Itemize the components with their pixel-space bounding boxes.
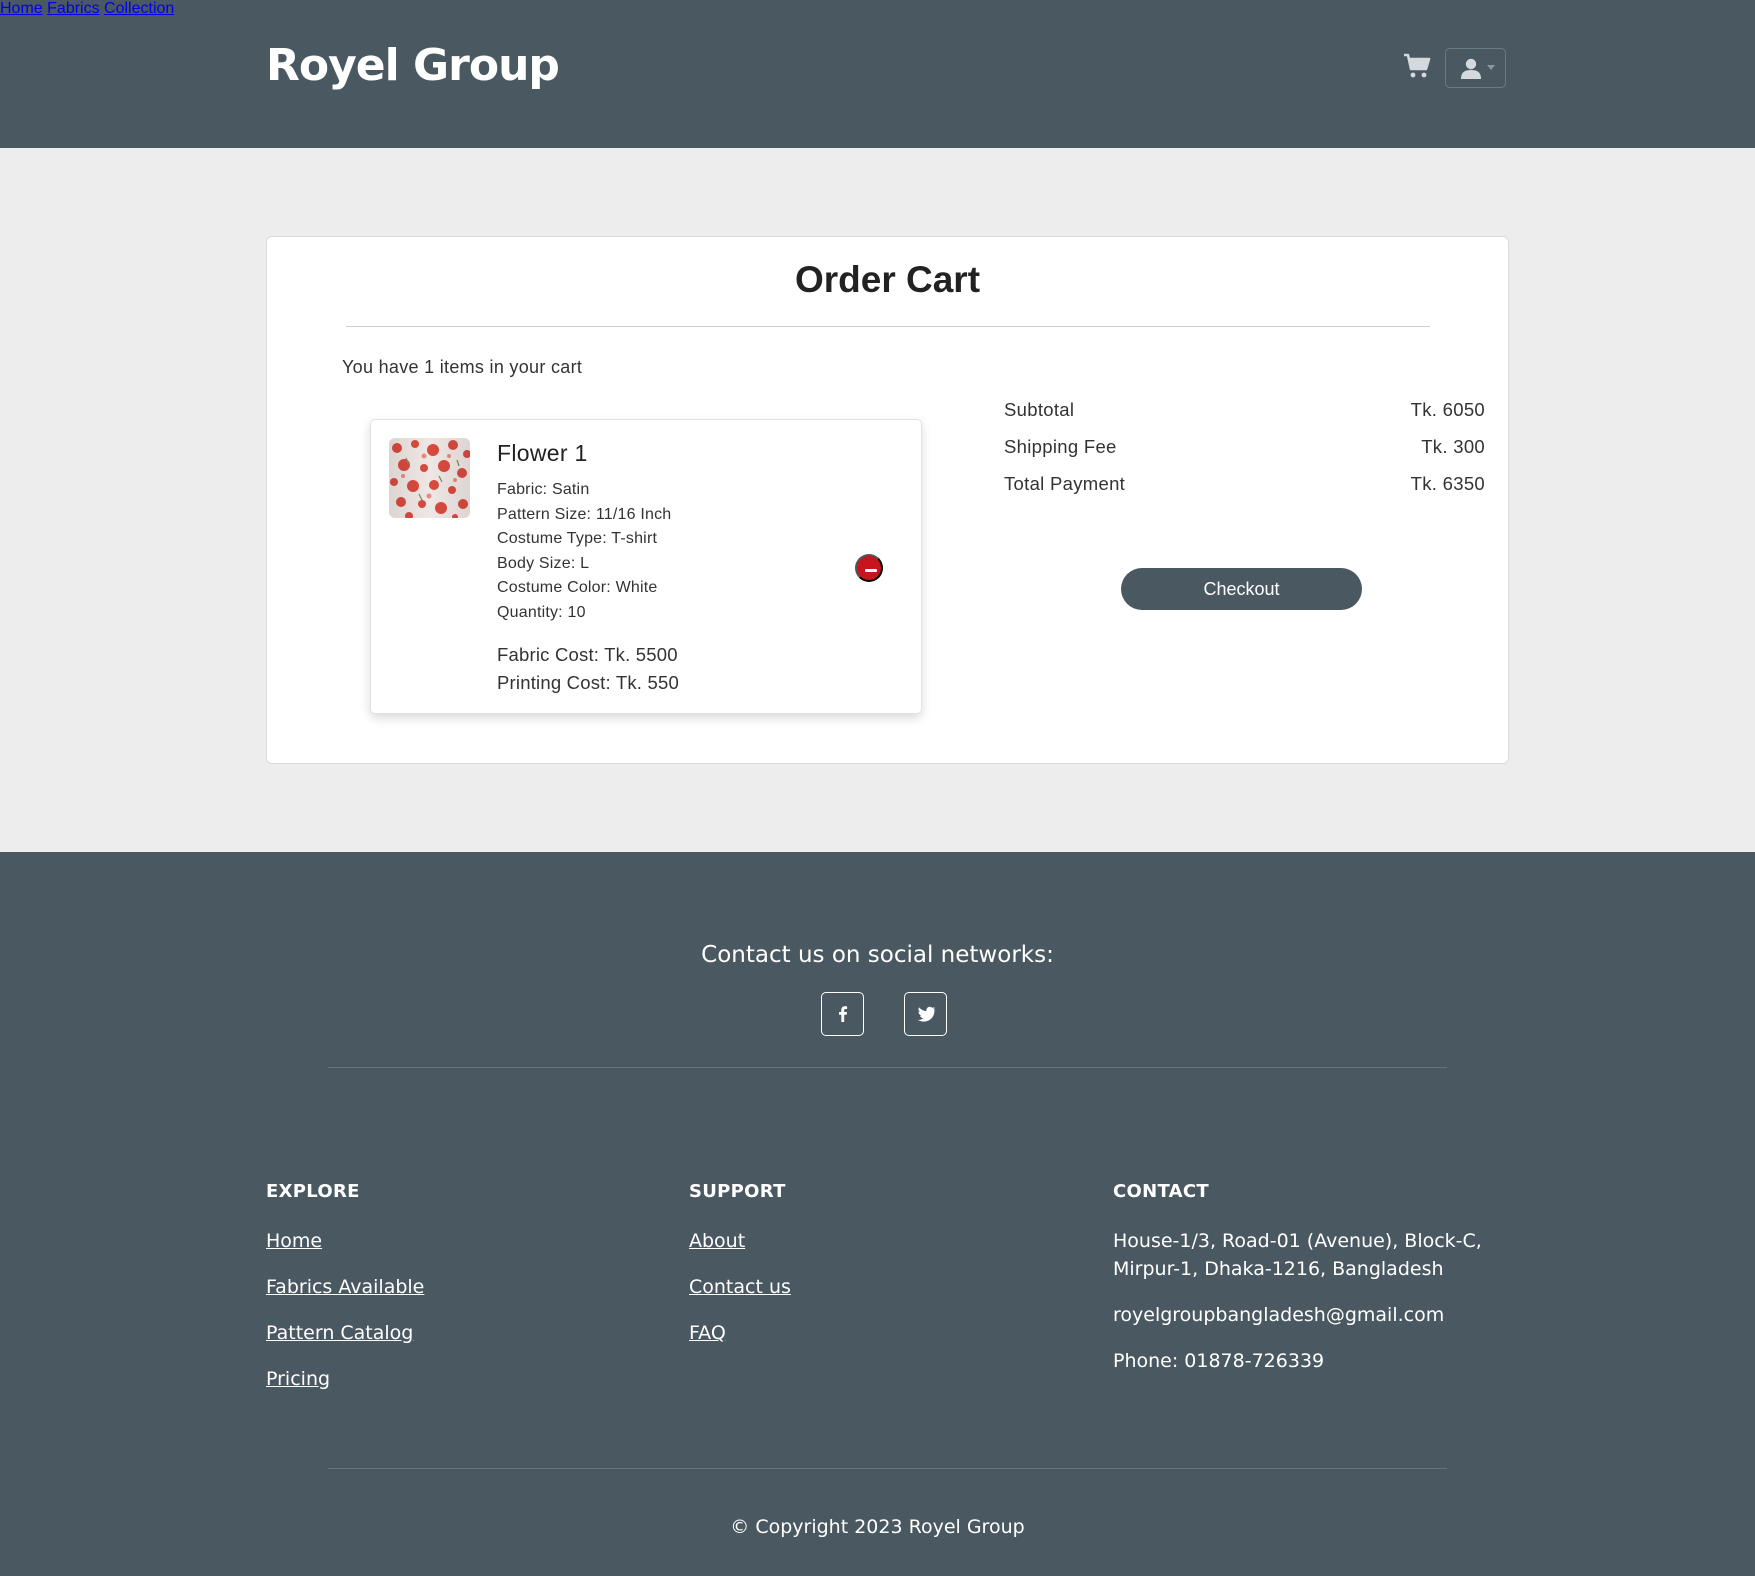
item-fabric: Fabric: Satin <box>497 481 590 498</box>
cart-items-count: You have 1 items in your cart <box>342 357 583 377</box>
total-payment-value: Tk. 6350 <box>1410 473 1485 494</box>
social-title: Contact us on social networks: <box>701 942 1054 968</box>
top-navbar: Royel Group Home Fabrics Collection <box>0 0 1755 148</box>
checkout-button[interactable]: Checkout <box>1121 568 1362 610</box>
total-payment-label: Total Payment <box>1004 473 1126 494</box>
contact-phone: Phone: 01878-726339 <box>1113 1350 1325 1372</box>
summary-row-subtotal: Subtotal Tk. 6050 <box>1004 399 1485 425</box>
site-footer: Contact us on social networks: EXPLORE H… <box>0 852 1755 1576</box>
footer-link-fabrics-available[interactable]: Fabrics Available <box>266 1276 424 1298</box>
item-printing-cost: Printing Cost: Tk. 550 <box>497 672 679 693</box>
footer-link-contact-us[interactable]: Contact us <box>689 1276 791 1298</box>
item-body-size: Body Size: L <box>497 554 590 572</box>
facebook-button[interactable] <box>821 992 864 1036</box>
user-menu-button[interactable] <box>1445 48 1506 88</box>
product-thumbnail[interactable] <box>389 438 470 518</box>
footer-link-faq[interactable]: FAQ <box>689 1322 726 1344</box>
footer-link-home[interactable]: Home <box>266 1230 322 1252</box>
footer-link-about[interactable]: About <box>689 1230 745 1252</box>
twitter-icon <box>917 1006 935 1022</box>
footer-divider-bottom <box>328 1468 1447 1469</box>
subtotal-label: Subtotal <box>1004 399 1075 420</box>
nav-link-home[interactable]: Home <box>0 0 43 17</box>
remove-item-button[interactable] <box>855 554 883 582</box>
item-quantity: Quantity: 10 <box>497 603 586 621</box>
nav-link-fabrics[interactable]: Fabrics <box>47 0 99 17</box>
facebook-icon <box>839 1006 848 1022</box>
item-name: Flower 1 <box>497 440 588 466</box>
explore-heading: EXPLORE <box>266 1181 360 1202</box>
chevron-down-icon <box>1487 65 1495 70</box>
item-pattern-size: Pattern Size: 11/16 Inch <box>497 505 672 523</box>
footer-link-pricing[interactable]: Pricing <box>266 1368 330 1390</box>
address-line-2: Mirpur-1, Dhaka-1216, Bangladesh <box>1113 1258 1444 1280</box>
subtotal-value: Tk. 6050 <box>1410 399 1485 420</box>
item-costume-type: Costume Type: T-shirt <box>497 530 658 548</box>
divider <box>346 326 1430 327</box>
address-line-1: House-1/3, Road-01 (Avenue), Block-C, <box>1113 1230 1482 1252</box>
contact-heading: CONTACT <box>1113 1181 1209 1202</box>
footer-divider-top <box>328 1067 1447 1068</box>
shipping-fee-label: Shipping Fee <box>1004 436 1117 457</box>
summary-row-shipping: Shipping Fee Tk. 300 <box>1004 436 1485 462</box>
order-cart-card: Order Cart You have 1 items in your cart <box>266 236 1509 764</box>
shipping-fee-value: Tk. 300 <box>1421 436 1485 457</box>
contact-address: House-1/3, Road-01 (Avenue), Block-C, Mi… <box>1113 1227 1482 1283</box>
item-costume-color: Costume Color: White <box>497 579 658 597</box>
item-fabric-cost: Fabric Cost: Tk. 5500 <box>497 644 678 665</box>
cart-item: Flower 1 Fabric: Satin Pattern Size: 11/… <box>370 419 922 714</box>
copyright: © Copyright 2023 Royel Group <box>730 1516 1025 1538</box>
contact-email[interactable]: royelgroupbangladesh@gmail.com <box>1113 1301 1444 1329</box>
item-costs: Fabric Cost: Tk. 5500 Printing Cost: Tk.… <box>497 641 679 697</box>
page-title: Order Cart <box>794 259 981 300</box>
item-attributes: Fabric: Satin Pattern Size: 11/16 Inch C… <box>497 478 671 626</box>
summary-row-total: Total Payment Tk. 6350 <box>1004 473 1485 499</box>
brand-logo[interactable]: Royel Group <box>266 40 560 91</box>
shopping-cart-icon[interactable] <box>1403 53 1431 79</box>
nav-link-collection[interactable]: Collection <box>104 0 174 17</box>
user-icon <box>1461 58 1481 79</box>
footer-link-pattern-catalog[interactable]: Pattern Catalog <box>266 1322 413 1344</box>
support-heading: SUPPORT <box>689 1181 786 1202</box>
twitter-button[interactable] <box>904 992 947 1036</box>
